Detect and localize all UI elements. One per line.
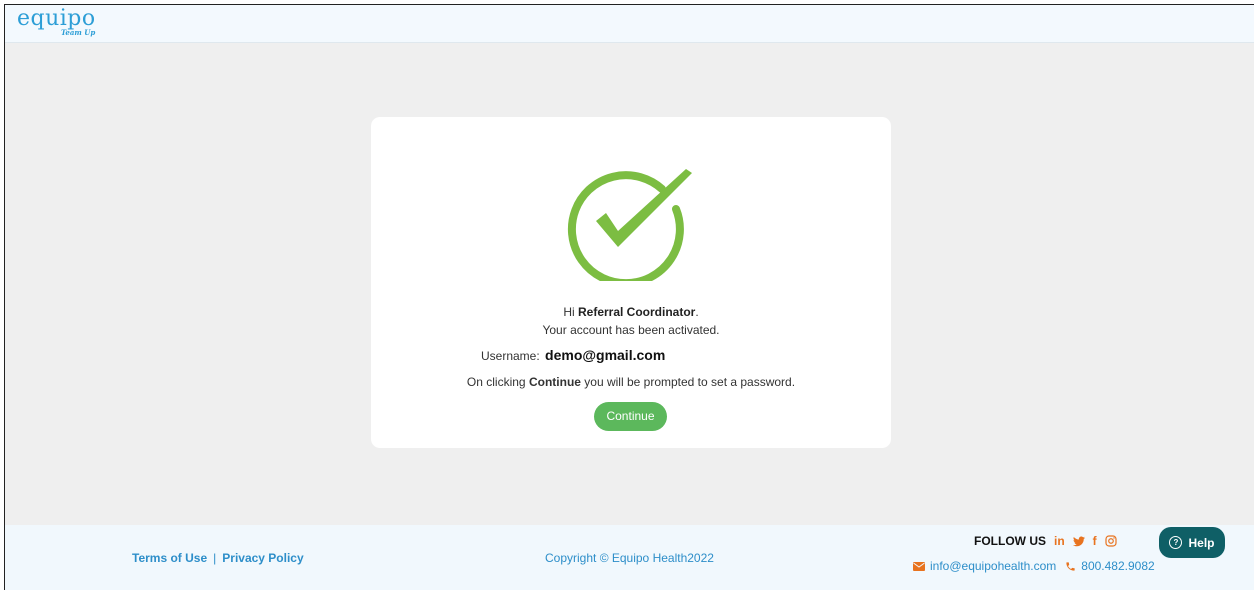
instagram-icon[interactable] [1105,535,1117,547]
continue-button[interactable]: Continue [594,402,667,431]
help-button[interactable]: ? Help [1159,527,1225,558]
terms-of-use-link[interactable]: Terms of Use [132,551,207,565]
linkedin-icon[interactable]: in [1054,534,1065,548]
footer-link-separator: | [213,551,217,565]
help-label: Help [1188,535,1215,550]
success-check-icon [567,169,692,281]
prompt-suffix: you will be prompted to set a password. [580,375,796,389]
question-circle-icon: ? [1169,536,1183,549]
activated-message: Your account has been activated. [542,323,720,337]
password-prompt: On clicking Continue you will be prompte… [371,375,891,389]
equipo-logo[interactable]: equipo Team Up [17,6,117,40]
twitter-icon[interactable] [1072,536,1085,547]
phone-link[interactable]: 800.482.9082 [1081,559,1154,573]
follow-us-row: FOLLOW US in f [974,534,1125,548]
email-link[interactable]: info@equipohealth.com [930,559,1056,573]
footer-links: Terms of Use | Privacy Policy [132,551,304,565]
page-footer: Terms of Use | Privacy Policy Copyright © … [5,525,1254,590]
follow-us-label: FOLLOW US [974,534,1046,548]
greeting-line: Hi Referral Coordinator. [371,305,891,319]
contact-row: info@equipohealth.com 800.482.9082 [913,559,1155,573]
username-row: Username: demo@gmail.com [481,347,665,363]
username-label: Username: [481,349,540,363]
phone-icon [1066,561,1075,571]
logo-tagline: Team Up [61,28,96,37]
greeting-suffix: . [695,305,699,319]
envelope-icon [913,561,925,571]
top-header: equipo Team Up [5,5,1254,43]
activation-card: Hi Referral Coordinator. Your account ha… [371,117,891,448]
privacy-policy-link[interactable]: Privacy Policy [222,551,303,565]
user-role: Referral Coordinator [577,305,696,319]
prompt-keyword: Continue [528,375,581,389]
facebook-icon[interactable]: f [1093,534,1097,548]
prompt-prefix: On clicking [466,375,529,389]
copyright-text: Copyright © Equipo Health2022 [545,551,714,565]
username-value: demo@gmail.com [545,347,666,363]
app-window: equipo Team Up Hi Referral Coordinator. … [4,4,1254,590]
greeting-prefix: Hi [563,305,578,319]
